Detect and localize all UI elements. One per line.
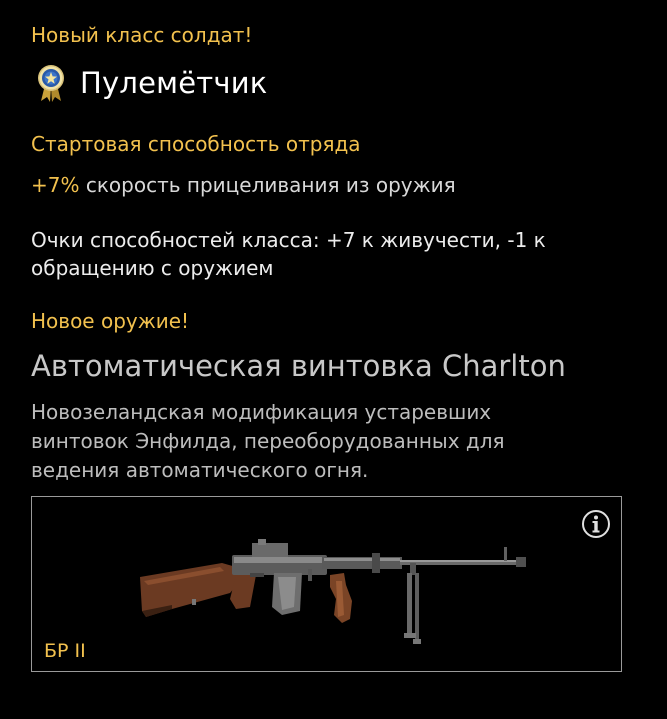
weapon-card[interactable]: БР II [31, 496, 622, 672]
squad-ability-title: Стартовая способность отряда [31, 132, 361, 156]
new-class-label: Новый класс солдат! [31, 23, 253, 47]
info-icon[interactable] [581, 509, 611, 539]
medal-icon [38, 65, 64, 102]
weapon-description: Новозеландская модификация устаревших ви… [31, 400, 505, 482]
new-weapon-label: Новое оружие! [31, 309, 190, 333]
rifle-image [140, 539, 526, 644]
ability-bonus-text: скорость прицеливания из оружия [79, 173, 456, 197]
unlock-panel: Новый класс солдат! Пулемётчик Стартовая… [0, 0, 667, 719]
class-name: Пулемётчик [80, 66, 268, 100]
weapon-tier: БР II [44, 640, 86, 662]
ability-bonus: +7% скорость прицеливания из оружия [31, 172, 456, 198]
class-points-text: Очки способностей класса: +7 к живучести… [31, 228, 546, 280]
weapon-name: Автоматическая винтовка Charlton [31, 349, 566, 383]
class-row: Пулемётчик [36, 63, 267, 103]
ability-bonus-value: +7% [31, 173, 80, 197]
